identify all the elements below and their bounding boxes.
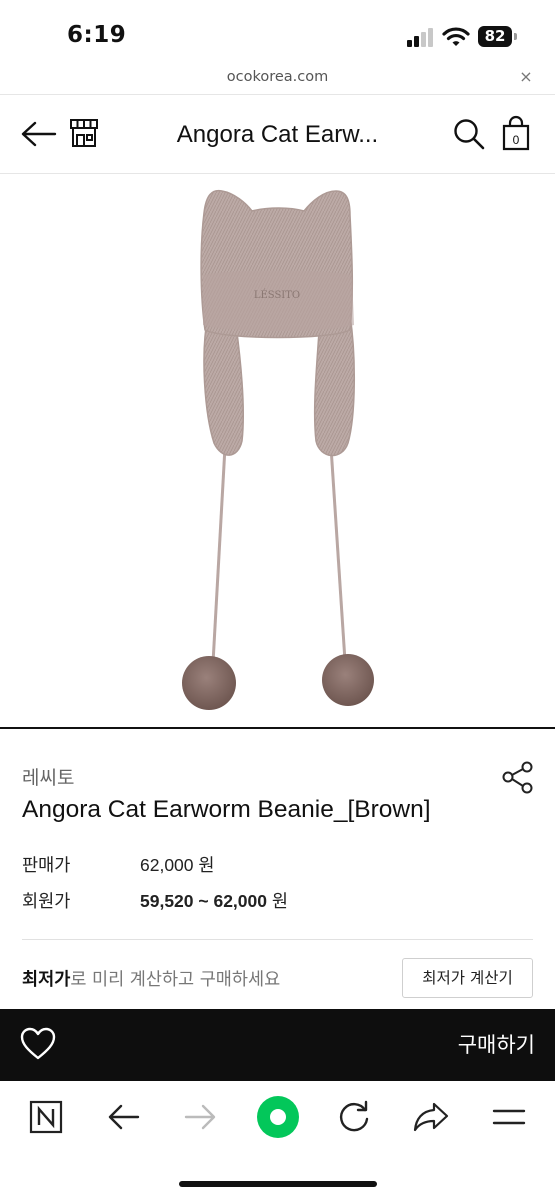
back-arrow-icon[interactable] bbox=[102, 1095, 146, 1139]
home-indicator[interactable] bbox=[179, 1181, 377, 1187]
green-circle-icon[interactable] bbox=[253, 1092, 303, 1142]
cart-count: 0 bbox=[513, 133, 520, 147]
lowest-price-message: 최저가로 미리 계산하고 구매하세요 bbox=[22, 966, 280, 991]
page-title: Angora Cat Earw... bbox=[176, 121, 379, 148]
purchase-bar: 구매하기 bbox=[0, 1009, 555, 1081]
brand-name[interactable]: 레씨토 bbox=[22, 763, 74, 790]
share-arrow-icon[interactable] bbox=[409, 1095, 453, 1139]
storefront-icon[interactable] bbox=[68, 117, 100, 149]
member-price-value: 59,520 ~ 62,000 bbox=[140, 891, 267, 911]
close-icon[interactable]: × bbox=[515, 66, 537, 88]
url-text[interactable]: ocokorea.com bbox=[0, 69, 555, 85]
shopping-bag-icon[interactable]: 0 bbox=[500, 115, 532, 151]
share-icon[interactable] bbox=[501, 760, 535, 794]
sale-price-value: 62,000 bbox=[140, 855, 194, 875]
beanie-illustration: LÉSSITO bbox=[182, 189, 374, 710]
status-bar: 6:19 82 bbox=[0, 0, 555, 66]
member-price-label: 회원가 bbox=[22, 892, 71, 912]
currency-unit: 원 bbox=[198, 856, 215, 876]
page-header: Angora Cat Earw... 0 bbox=[0, 94, 555, 174]
divider bbox=[22, 939, 533, 940]
battery-icon: 82 bbox=[478, 26, 518, 48]
sale-price-label: 판매가 bbox=[22, 856, 71, 876]
search-icon[interactable] bbox=[452, 117, 486, 151]
buy-now-button[interactable]: 구매하기 bbox=[420, 1029, 535, 1061]
arrow-left-icon[interactable] bbox=[20, 119, 58, 149]
lowest-price-calculator-button[interactable]: 최저가 계산기 bbox=[402, 958, 533, 998]
currency-unit: 원 bbox=[271, 892, 288, 912]
product-name: Angora Cat Earworm Beanie_[Brown] bbox=[22, 796, 431, 823]
lowest-price-bold: 최저가 bbox=[22, 970, 71, 990]
menu-icon[interactable] bbox=[487, 1095, 531, 1139]
product-image[interactable]: LÉSSITO bbox=[0, 175, 555, 727]
lowest-price-text: 로 미리 계산하고 구매하세요 bbox=[70, 970, 281, 990]
beanie-logo: LÉSSITO bbox=[254, 289, 300, 301]
heart-icon[interactable] bbox=[20, 1027, 56, 1061]
forward-arrow-icon[interactable] bbox=[178, 1095, 222, 1139]
member-price: 59,520 ~ 62,000 원 bbox=[140, 888, 288, 913]
wifi-icon bbox=[442, 27, 470, 46]
battery-level: 82 bbox=[478, 26, 512, 47]
image-divider bbox=[0, 727, 555, 729]
sale-price: 62,000 원 bbox=[140, 852, 215, 877]
browser-url-bar: ocokorea.com × bbox=[0, 66, 555, 94]
cellular-signal-icon bbox=[407, 28, 433, 47]
status-time: 6:19 bbox=[67, 22, 127, 48]
refresh-icon[interactable] bbox=[332, 1095, 376, 1139]
naver-n-icon[interactable] bbox=[24, 1095, 68, 1139]
